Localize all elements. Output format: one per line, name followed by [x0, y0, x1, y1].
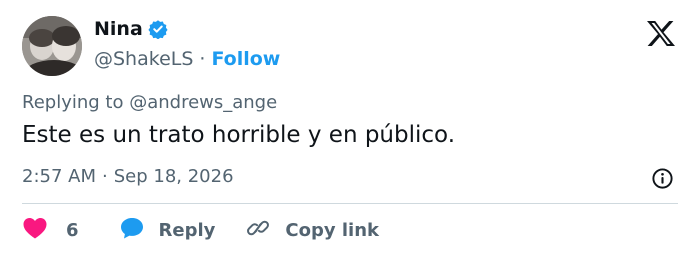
copy-link-button[interactable]: Copy link — [245, 216, 379, 244]
divider — [22, 203, 678, 204]
author-handle-row: @ShakeLS · Follow — [94, 48, 280, 70]
tweet-embed: Nina @ShakeLS · Follow Replying to @andr… — [0, 0, 700, 256]
copy-link-label: Copy link — [285, 219, 379, 241]
tweet-date[interactable]: Sep 18, 2026 — [114, 166, 234, 187]
verified-badge-icon — [148, 19, 168, 40]
author-name-row: Nina — [94, 18, 168, 40]
action-bar: 6 Reply Copy link — [22, 215, 379, 245]
author-handle[interactable]: @ShakeLS — [94, 48, 193, 70]
link-icon — [245, 216, 271, 244]
tweet-time[interactable]: 2:57 AM — [22, 166, 96, 187]
like-count: 6 — [66, 219, 79, 241]
like-button[interactable]: 6 — [22, 216, 79, 244]
replying-to-text[interactable]: Replying to @andrews_ange — [22, 92, 277, 113]
speech-bubble-icon — [119, 216, 145, 244]
follow-button[interactable]: Follow — [211, 48, 280, 70]
reply-button[interactable]: Reply — [119, 216, 216, 244]
x-logo-icon[interactable] — [646, 20, 676, 47]
reply-label: Reply — [158, 219, 216, 241]
handle-separator: · — [199, 48, 206, 70]
timestamp-separator: · — [102, 166, 108, 187]
author-name[interactable]: Nina — [94, 18, 143, 40]
heart-icon — [22, 216, 48, 244]
avatar[interactable] — [22, 16, 82, 76]
tweet-timestamp[interactable]: 2:57 AM · Sep 18, 2026 — [22, 166, 234, 187]
tweet-text: Este es un trato horrible y en público. — [22, 122, 456, 148]
info-icon[interactable] — [651, 167, 674, 190]
